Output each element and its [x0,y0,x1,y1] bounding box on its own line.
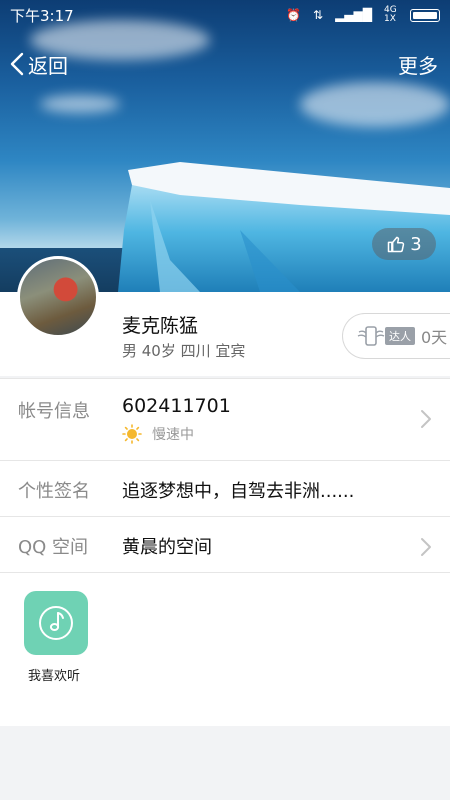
account-info-label: 帐号信息 [18,401,90,422]
signature-text: 追逐梦想中，自驾去非洲...... [122,481,355,502]
qzone-label: QQ 空间 [18,537,89,558]
battery-icon [410,8,440,22]
winged-phone-icon [357,326,385,346]
chevron-right-icon [421,410,431,428]
more-button[interactable]: 更多 [398,50,438,79]
speed-status: 慢速中 [152,427,194,443]
alarm-icon: ⏰ [286,8,302,22]
sun-icon [122,424,142,444]
daren-days: 0天 [421,328,448,347]
status-bar: 下午3:17 ⏰ ⇅ ▂▄▆█ 4G 1X [0,0,450,30]
signature-row[interactable]: 个性签名 追逐梦想中，自驾去非洲...... [0,460,450,516]
qzone-name: 黄晨的空间 [122,537,212,558]
data-transfer-icon: ⇅ [313,8,324,22]
nickname: 麦克陈猛 [122,315,199,337]
back-label: 返回 [28,53,68,78]
profile-subinfo: 男 40岁 四川 宜宾 [122,342,246,360]
qzone-row[interactable]: QQ 空间 黄晨的空间 [0,516,450,572]
back-button[interactable]: 返回 [8,50,68,79]
nav-bar: 返回 更多 [0,44,450,84]
network-type: 4G 1X [384,5,397,24]
profile-screen: 下午3:17 ⏰ ⇅ ▂▄▆█ 4G 1X 返回 更多 3 麦克陈猛 男 40岁… [0,0,450,800]
music-note-icon [39,606,73,640]
account-info-row[interactable]: 帐号信息 602411701 慢速中 [0,378,450,460]
daren-label: 达人 [385,327,415,345]
qq-number: 602411701 [122,395,231,417]
qq-level-status: 慢速中 [122,424,194,444]
like-count: 3 [410,233,422,255]
app-label: 我喜欢听 [27,669,80,684]
apps-section: 我喜欢听 [0,572,450,726]
avatar[interactable] [17,256,99,338]
chevron-left-icon [10,52,24,76]
signal-icon: ▂▄▆█ [335,8,372,22]
app-music[interactable]: 我喜欢听 [24,591,88,684]
chevron-right-icon [421,538,431,556]
thumbs-up-icon [388,236,405,253]
status-time: 下午3:17 [10,6,74,25]
app-icon-tile [24,591,88,655]
daren-badge-button[interactable]: 达人 0天 [342,313,450,359]
signature-label: 个性签名 [18,481,90,502]
like-button[interactable]: 3 [372,228,436,260]
